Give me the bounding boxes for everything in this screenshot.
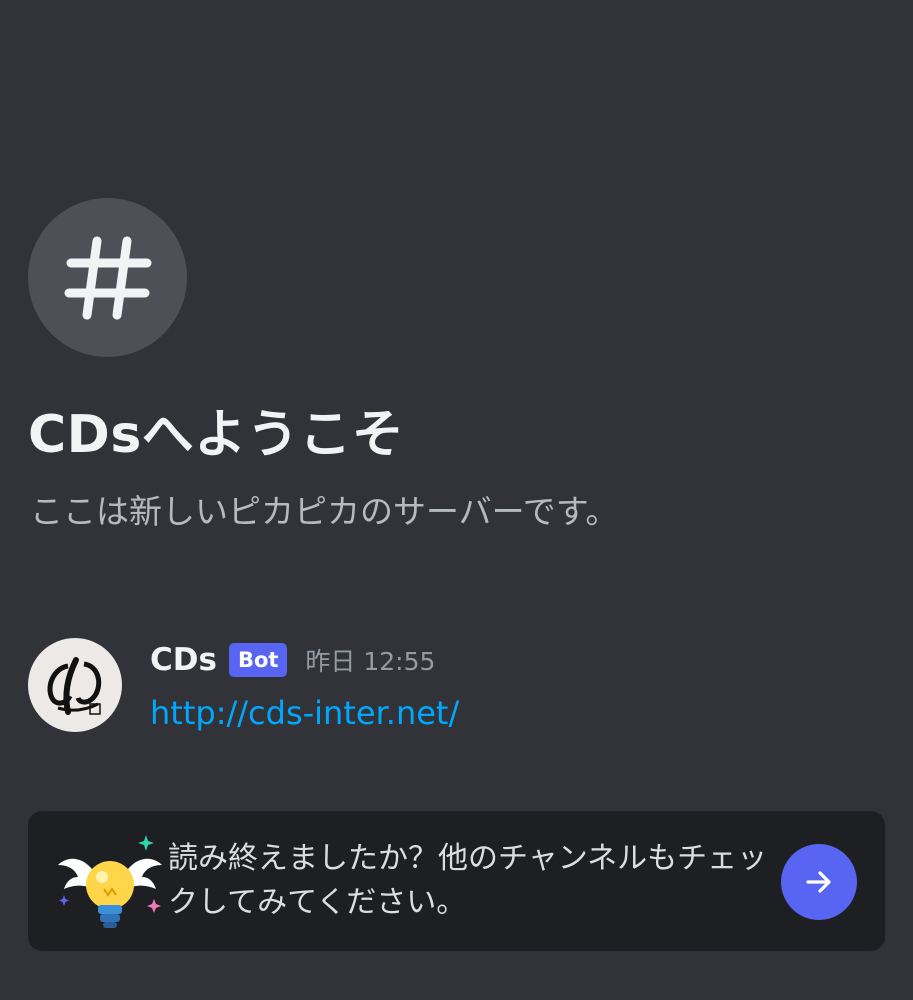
message-timestamp: 昨日 12:55 xyxy=(305,642,435,678)
avatar[interactable] xyxy=(28,638,122,732)
tip-text: 読み終えましたか？他のチャンネルもチェックしてみてください。 xyxy=(168,837,768,925)
message: CDs Bot 昨日 12:55 http://cds-inter.net/ xyxy=(28,636,888,736)
winged-lightbulb-icon xyxy=(56,835,168,935)
cds-logo-icon xyxy=(28,638,122,732)
welcome-subtitle: ここは新しいピカピカのサーバーです。 xyxy=(30,485,618,533)
welcome-title: CDsへようこそ xyxy=(28,392,404,467)
read-tip-card: 読み終えましたか？他のチャンネルもチェックしてみてください。 xyxy=(28,811,885,951)
hash-icon xyxy=(63,233,153,323)
message-header: CDs Bot 昨日 12:55 xyxy=(150,640,435,680)
author-name[interactable]: CDs xyxy=(150,642,217,678)
channel-icon xyxy=(28,198,187,357)
next-channel-button[interactable] xyxy=(781,844,857,920)
message-link[interactable]: http://cds-inter.net/ xyxy=(150,694,459,732)
arrow-right-icon xyxy=(803,866,835,898)
bot-badge: Bot xyxy=(229,643,287,677)
